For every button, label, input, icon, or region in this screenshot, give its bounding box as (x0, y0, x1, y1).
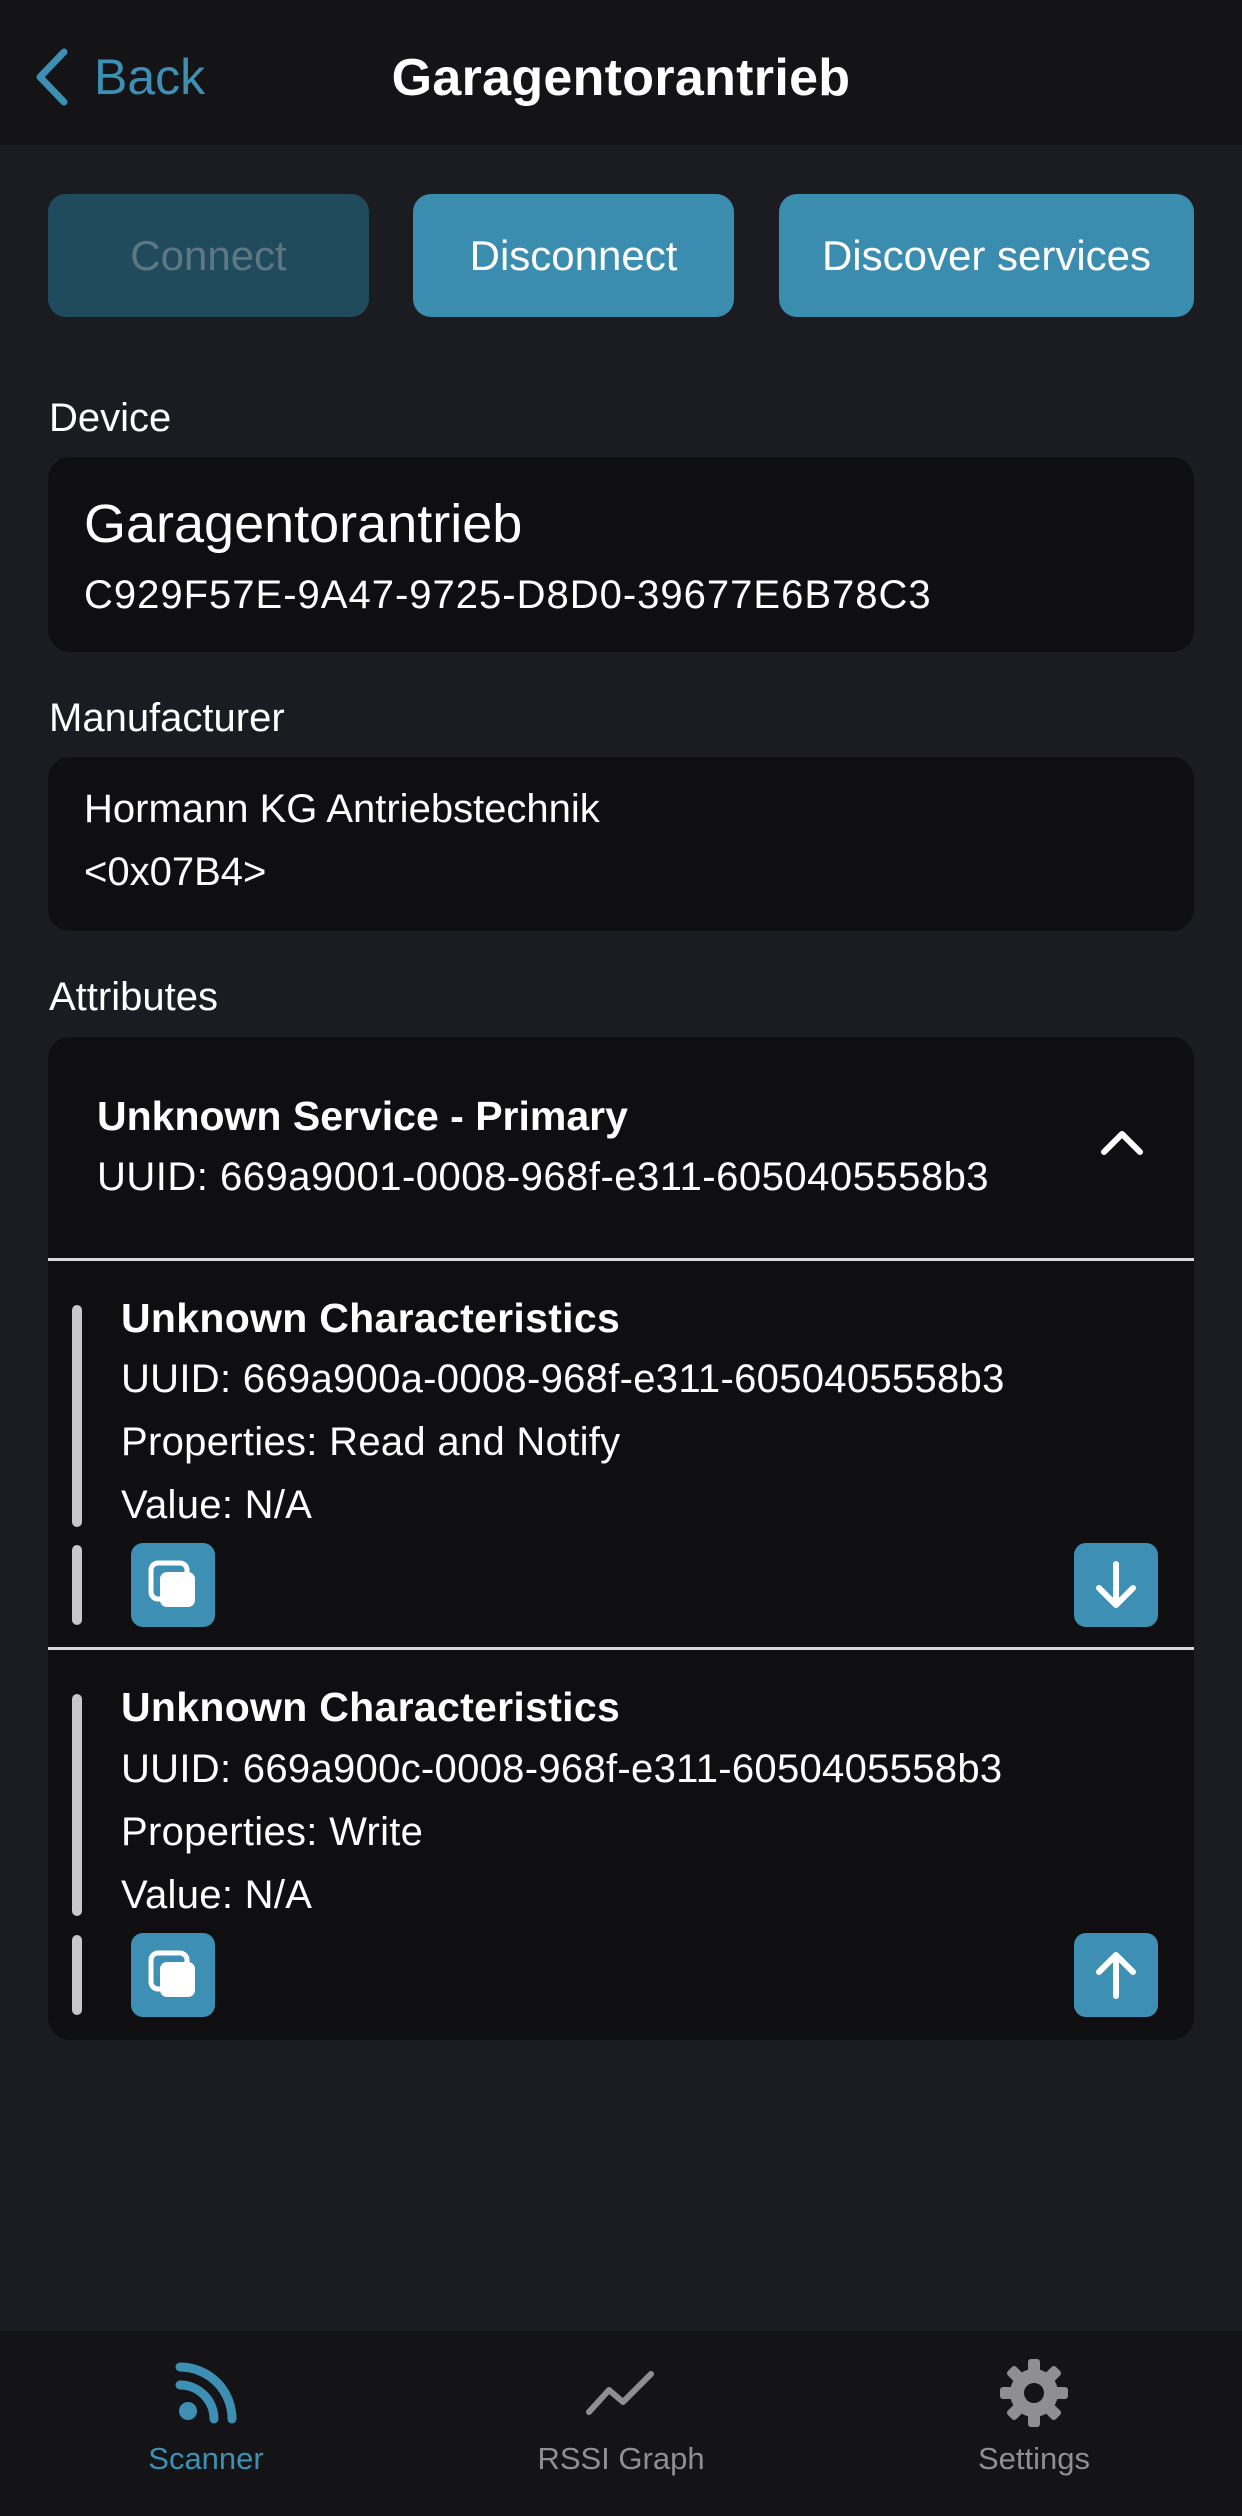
tab-rssi-graph[interactable]: RSSI Graph (471, 2331, 771, 2516)
tab-bar: Scanner RSSI Graph Settings (0, 2331, 1242, 2516)
attributes-section-label: Attributes (49, 975, 218, 1019)
manufacturer-section-label: Manufacturer (49, 696, 285, 740)
service-divider (48, 1258, 1194, 1261)
manufacturer-name: Hormann KG Antriebstechnik (84, 787, 600, 831)
device-card: Garagentorantrieb C929F57E-9A47-9725-D8D… (48, 457, 1194, 652)
tab-label: Scanner (148, 2441, 264, 2476)
tab-settings[interactable]: Settings (884, 2331, 1184, 2516)
characteristic-uuid: UUID: 669a900a-0008-968f-e311-6050405558… (121, 1357, 1005, 1401)
characteristic-value: Value: N/A (121, 1483, 313, 1527)
characteristic-indent-bar (72, 1545, 82, 1625)
connect-button[interactable]: Connect (48, 194, 369, 317)
attributes-card: Unknown Service - Primary UUID: 669a9001… (48, 1037, 1194, 2040)
characteristic-properties: Properties: Read and Notify (121, 1420, 621, 1464)
manufacturer-code: <0x07B4> (84, 850, 267, 894)
tab-label: RSSI Graph (537, 2441, 705, 2476)
device-identifier: C929F57E-9A47-9725-D8D0-39677E6B78C3 (84, 573, 932, 617)
device-section-label: Device (49, 396, 172, 440)
characteristic-divider (48, 1647, 1194, 1650)
read-button[interactable] (1074, 1543, 1158, 1627)
characteristic-value: Value: N/A (121, 1873, 313, 1917)
page-title: Garagentorantrieb (391, 49, 851, 107)
tab-label: Settings (977, 2441, 1090, 2476)
write-button[interactable] (1074, 1933, 1158, 2017)
characteristic-uuid: UUID: 669a900c-0008-968f-e311-6050405558… (121, 1747, 1003, 1791)
characteristic-indent-bar (72, 1694, 82, 1916)
manufacturer-card: Hormann KG Antriebstechnik <0x07B4> (48, 757, 1194, 931)
characteristic-title: Unknown Characteristics (121, 1684, 621, 1730)
arrow-up-icon (1096, 1952, 1136, 1999)
gear-icon (1000, 2359, 1068, 2427)
arrow-down-icon (1096, 1561, 1136, 1608)
rss-signal-icon (175, 2362, 237, 2424)
device-name: Garagentorantrieb (84, 494, 523, 554)
disconnect-button[interactable]: Disconnect (413, 194, 734, 317)
tab-scanner[interactable]: Scanner (56, 2331, 356, 2516)
copy-button[interactable] (131, 1543, 215, 1627)
copy-icon (148, 1950, 195, 1997)
characteristic-indent-bar (72, 1935, 82, 2015)
line-graph-icon (586, 2371, 654, 2415)
characteristic-indent-bar (72, 1305, 82, 1527)
service-uuid: UUID: 669a9001-0008-968f-e311-6050405558… (97, 1155, 990, 1199)
navigation-bar: Back Garagentorantrieb (0, 0, 1242, 145)
characteristic-properties: Properties: Write (121, 1810, 424, 1854)
chevron-up-icon[interactable] (1098, 1127, 1146, 1157)
characteristic-title: Unknown Characteristics (121, 1295, 621, 1341)
copy-button[interactable] (131, 1933, 215, 2017)
discover-services-button[interactable]: Discover services (779, 194, 1194, 317)
copy-icon (148, 1560, 195, 1607)
service-title: Unknown Service - Primary (97, 1093, 628, 1139)
